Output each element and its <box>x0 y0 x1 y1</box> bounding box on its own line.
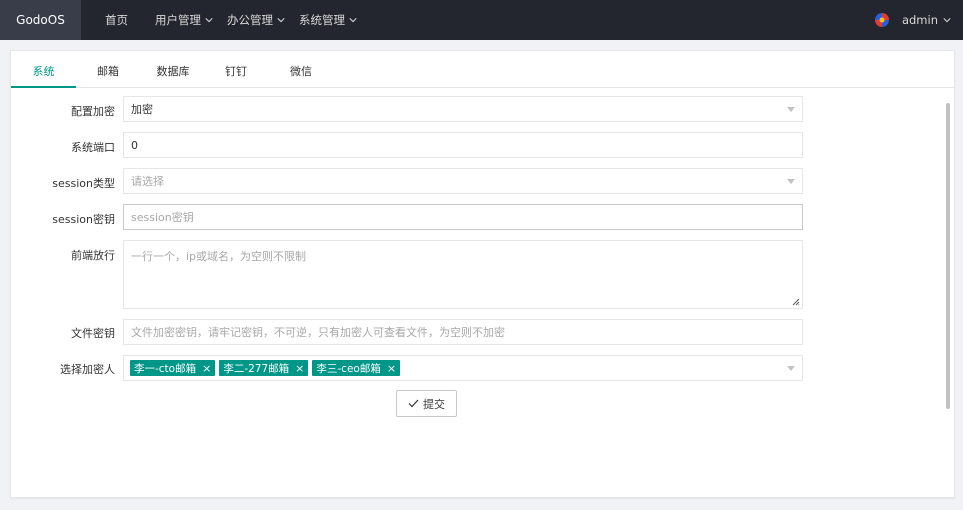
encrypt-select-value: 加密 <box>131 103 153 116</box>
session-type-label: session类型 <box>52 177 115 190</box>
chevron-down-icon <box>349 18 357 23</box>
session-key-placeholder: session密钥 <box>131 211 194 224</box>
port-input[interactable]: 0 <box>123 132 803 158</box>
close-icon[interactable]: × <box>295 362 304 375</box>
nav-item-home[interactable]: 首页 <box>105 0 128 40</box>
tab-bar: 系统 邮箱 数据库 钉钉 微信 <box>11 51 954 88</box>
session-key-input[interactable]: session密钥 <box>123 204 803 230</box>
top-navbar: GodoOS 首页 用户管理 办公管理 系统管理 admin <box>0 0 963 40</box>
file-key-label: 文件密钥 <box>71 327 115 340</box>
user-menu[interactable]: admin <box>874 0 951 40</box>
nav-item-label: 首页 <box>105 13 128 27</box>
scrollbar[interactable] <box>946 103 950 409</box>
username: admin <box>901 13 938 27</box>
submit-button[interactable]: 提交 <box>396 390 457 417</box>
tab-email[interactable]: 邮箱 <box>86 51 130 88</box>
frontend-allow-textarea[interactable]: 一行一个，ip或域名，为空则不限制 <box>123 240 803 309</box>
session-type-select[interactable]: 请选择 <box>123 168 803 194</box>
selected-user-tag: 李三-ceo邮箱 × <box>312 360 401 376</box>
chevron-down-icon <box>277 18 285 23</box>
tab-system[interactable]: 系统 <box>11 51 76 88</box>
frontend-allow-label: 前端放行 <box>71 249 115 262</box>
tag-label: 李一-cto邮箱 <box>134 362 197 375</box>
settings-card: 系统 邮箱 数据库 钉钉 微信 配置加密 加密 系统端口 0 session类型… <box>10 50 955 498</box>
file-key-input[interactable]: 文件加密密钥，请牢记密钥，不可逆，只有加密人可查看文件，为空则不加密 <box>123 319 803 345</box>
resize-handle-icon[interactable] <box>792 298 800 306</box>
tab-dingtalk[interactable]: 钉钉 <box>216 51 256 88</box>
caret-down-icon <box>787 107 795 112</box>
file-key-placeholder: 文件加密密钥，请牢记密钥，不可逆，只有加密人可查看文件，为空则不加密 <box>131 326 505 339</box>
check-icon <box>408 399 419 408</box>
chevron-down-icon <box>943 18 951 23</box>
port-input-value: 0 <box>131 138 138 152</box>
port-label: 系统端口 <box>71 141 115 154</box>
app-logo[interactable]: GodoOS <box>0 0 81 40</box>
nav-item-label: 系统管理 <box>299 13 345 27</box>
nav-item-label: 用户管理 <box>155 13 201 27</box>
nav-item-system-management[interactable]: 系统管理 <box>299 0 357 40</box>
frontend-allow-placeholder: 一行一个，ip或域名，为空则不限制 <box>131 250 307 263</box>
encrypt-select[interactable]: 加密 <box>123 96 803 122</box>
close-icon[interactable]: × <box>202 362 211 375</box>
nav-item-label: 办公管理 <box>227 13 273 27</box>
submit-button-label: 提交 <box>423 397 445 411</box>
caret-down-icon <box>787 366 795 371</box>
nav-item-office-management[interactable]: 办公管理 <box>227 0 285 40</box>
main-nav: 首页 用户管理 办公管理 系统管理 <box>81 0 357 40</box>
nav-item-user-management[interactable]: 用户管理 <box>155 0 213 40</box>
avatar <box>874 13 889 27</box>
tag-label: 李二-277邮箱 <box>223 362 290 375</box>
selected-user-tag: 李二-277邮箱 × <box>219 360 309 376</box>
tag-label: 李三-ceo邮箱 <box>316 362 381 375</box>
close-icon[interactable]: × <box>387 362 396 375</box>
tab-database[interactable]: 数据库 <box>149 51 197 88</box>
tab-wechat[interactable]: 微信 <box>281 51 321 88</box>
session-key-label: session密钥 <box>52 213 115 226</box>
caret-down-icon <box>787 179 795 184</box>
chevron-down-icon <box>205 18 213 23</box>
selected-user-tag: 李一-cto邮箱 × <box>130 360 216 376</box>
encrypt-users-label: 选择加密人 <box>60 363 115 376</box>
session-type-placeholder: 请选择 <box>131 175 164 188</box>
encrypt-users-multiselect[interactable]: 李一-cto邮箱 × 李二-277邮箱 × 李三-ceo邮箱 × <box>123 355 803 381</box>
encrypt-label: 配置加密 <box>71 105 115 118</box>
